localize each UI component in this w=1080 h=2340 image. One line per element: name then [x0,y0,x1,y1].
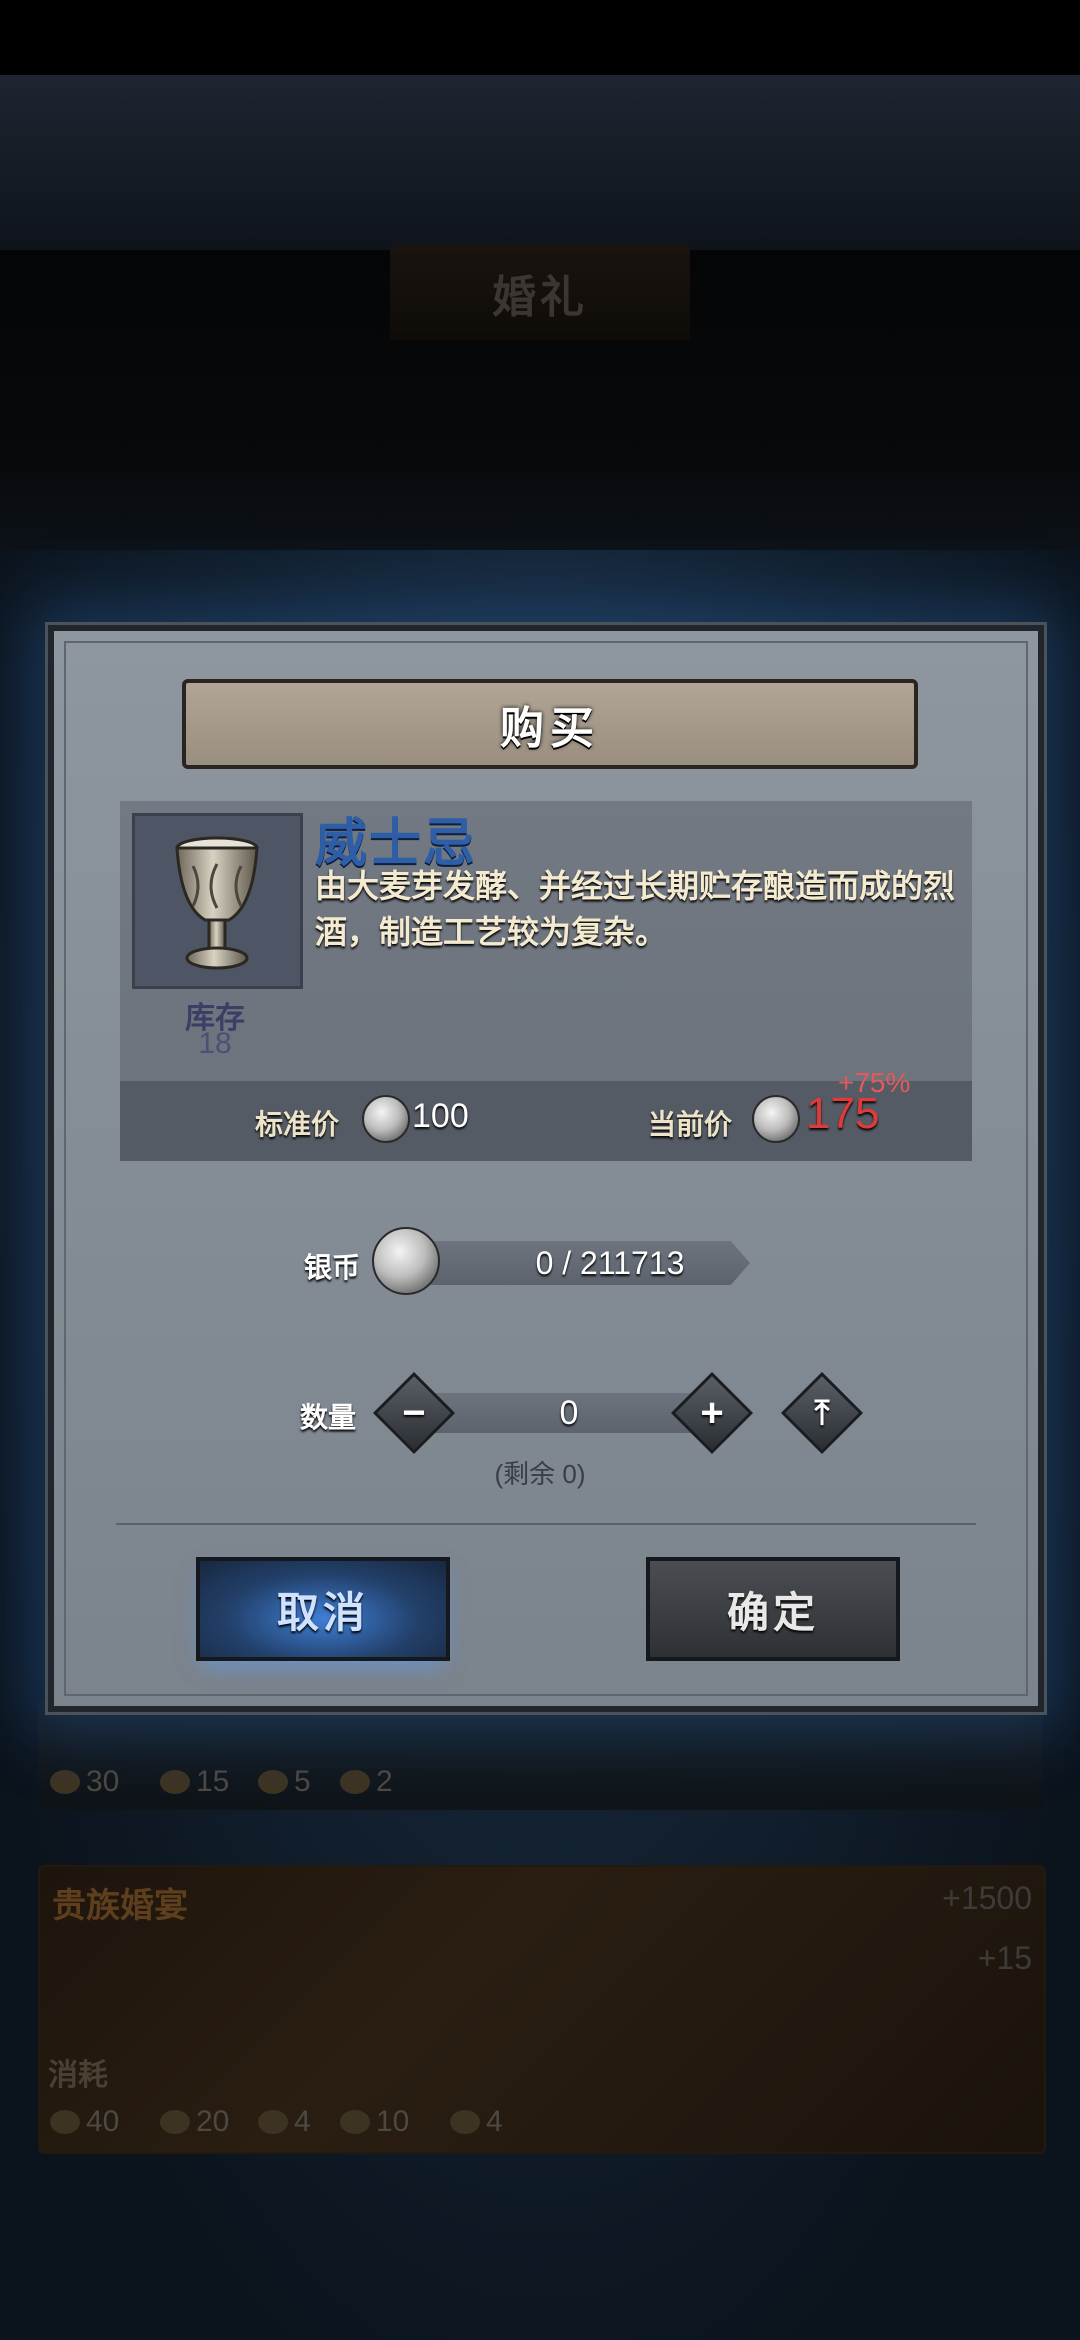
card2-stat-3: 4 [258,2105,311,2139]
card2-stat-2: 20 [160,2105,229,2139]
remaining-quantity: (剩余 0) [494,1459,586,1489]
card2-stat-1: 40 [50,2105,119,2139]
screen-title: 婚礼 [390,245,690,340]
dialog-title-banner: 购买 [182,679,918,769]
silver-balance-bar: 0 / 211713 [430,1241,750,1285]
plus-icon: + [700,1390,724,1435]
standard-price-label: 标准价 [255,1109,340,1140]
meat-icon [160,1770,190,1794]
silver-coin-icon [362,1095,410,1143]
vegetable-icon [340,1770,370,1794]
item-description: 由大麦芽发酵、并经过长期贮存酿造而成的烈酒，制造工艺较为复杂。 [315,868,956,950]
card2-stat-5: 4 [450,2105,503,2139]
dialog-title: 购买 [500,704,600,753]
confirm-button[interactable]: 确定 [646,1557,900,1661]
card2-reward-2: +15 [977,1940,1032,1976]
goblet-icon [175,836,259,970]
silver-label: 银币 [304,1252,361,1283]
bread-icon [50,1770,80,1794]
card1-stat-3: 5 [258,1765,311,1799]
max-arrow-icon: ⤒ [814,1393,830,1432]
bread-icon [50,2110,80,2134]
current-price-label: 当前价 [648,1109,733,1140]
card2-reward-1: +1500 [942,1880,1032,1916]
max-quantity-button[interactable]: ⤒ [780,1371,864,1455]
purchase-dialog: 购买 库存 18 威士忌 由大麦芽发酵、并经过长期贮存酿造而成的烈酒，制造工艺较… [48,625,1044,1712]
fish-icon [258,1770,288,1794]
cancel-button[interactable]: 取消 [196,1557,450,1661]
quantity-value: 0 [559,1393,579,1432]
vegetable-icon [340,2110,370,2134]
dialog-frame [64,641,1028,1696]
card2-title: 贵族婚宴 [52,1887,188,1925]
silver-coin-icon [752,1095,800,1143]
fish-icon [450,2110,480,2134]
wine-icon [258,2110,288,2134]
increase-quantity-button[interactable]: + [670,1371,754,1455]
standard-price-value: 100 [412,1097,469,1135]
item-icon-frame [132,813,303,989]
card2-consume-label: 消耗 [48,2059,108,2092]
divider [116,1523,976,1525]
silver-balance-value: 0 / 211713 [535,1244,685,1281]
silver-coin-icon [372,1227,440,1295]
top-banner-area [0,75,1080,250]
card2-stat-4: 10 [340,2105,409,2139]
item-panel: 库存 18 威士忌 由大麦芽发酵、并经过长期贮存酿造而成的烈酒，制造工艺较为复杂… [120,801,972,1161]
price-strip: 标准价 100 当前价 175 +75% [120,1067,972,1161]
decrease-quantity-button[interactable]: − [372,1371,456,1455]
meat-icon [160,2110,190,2134]
card1-stat-1: 30 [50,1765,119,1799]
card1-stat-4: 2 [340,1765,393,1799]
minus-icon: − [402,1390,426,1435]
stock-value: 18 [198,1027,232,1060]
quantity-label: 数量 [300,1402,357,1433]
price-change-percent: +75% [838,1067,911,1098]
status-bar [0,0,1080,75]
card1-stat-2: 15 [160,1765,229,1799]
